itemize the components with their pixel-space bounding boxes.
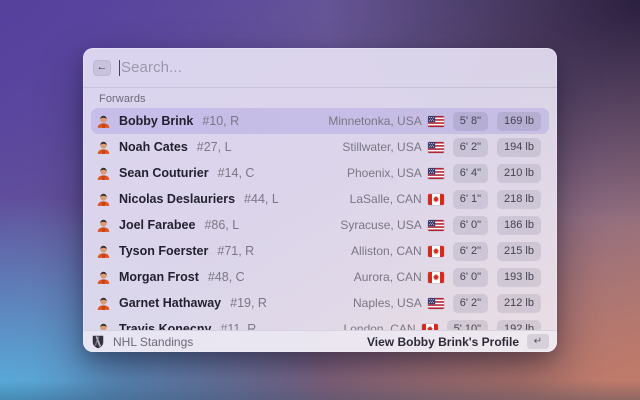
player-row[interactable]: Morgan Frost #48, C Aurora, CAN 6' 0" 19… [91, 264, 549, 290]
player-birthplace: Stillwater, USA [342, 140, 422, 154]
player-row[interactable]: Noah Cates #27, L Stillwater, USA 6' 2" … [91, 134, 549, 160]
weight-badge: 169 lb [497, 111, 541, 131]
height-badge: 6' 2" [452, 241, 489, 261]
player-number-position: #19, R [230, 296, 267, 310]
player-birthplace: Syracuse, USA [340, 218, 422, 232]
player-avatar-icon [97, 218, 110, 232]
player-number-position: #44, L [244, 192, 279, 206]
player-name: Travis Konecny [119, 322, 212, 330]
player-number-position: #86, L [204, 218, 240, 232]
player-avatar-icon [97, 322, 110, 330]
search-input[interactable]: Search... [119, 59, 547, 76]
text-cursor [119, 59, 120, 76]
search-bar: ← Search... [83, 48, 557, 88]
weight-badge: 193 lb [497, 267, 541, 287]
player-results-list: Bobby Brink #10, R Minnetonka, USA 5' 8"… [83, 106, 557, 330]
player-row[interactable]: Joel Farabee #86, L Syracuse, USA 6' 0" … [91, 212, 549, 238]
height-badge: 6' 0" [452, 267, 489, 287]
us-flag-icon [427, 141, 444, 153]
player-birthplace: London, CAN [343, 322, 416, 330]
canada-flag-icon [427, 245, 444, 257]
height-badge: 6' 4" [452, 163, 489, 183]
enter-key-icon[interactable]: ↵ [527, 334, 549, 349]
player-avatar-icon [97, 192, 110, 206]
player-name: Joel Farabee [119, 218, 196, 232]
player-birthplace: Phoenix, USA [347, 166, 422, 180]
us-flag-icon [427, 167, 444, 179]
player-name: Morgan Frost [119, 270, 199, 284]
primary-action-label[interactable]: View Bobby Brink's Profile [367, 335, 519, 349]
player-avatar-icon [97, 296, 110, 310]
weight-badge: 215 lb [497, 241, 541, 261]
player-name: Garnet Hathaway [119, 296, 222, 310]
player-avatar-icon [97, 140, 110, 154]
us-flag-icon [427, 219, 444, 231]
app-name: NHL Standings [113, 334, 194, 349]
height-badge: 6' 2" [452, 293, 489, 313]
player-birthplace: LaSalle, CAN [349, 192, 422, 206]
player-number-position: #14, C [217, 166, 255, 180]
player-name: Nicolas Deslauriers [119, 192, 236, 206]
player-row[interactable]: Garnet Hathaway #19, R Naples, USA 6' 2"… [91, 290, 549, 316]
player-avatar-icon [97, 166, 110, 180]
player-name: Bobby Brink [119, 114, 194, 128]
weight-badge: 192 lb [497, 319, 541, 330]
player-row[interactable]: Sean Couturier #14, C Phoenix, USA 6' 4"… [91, 160, 549, 186]
player-number-position: #71, R [217, 244, 255, 258]
us-flag-icon [427, 297, 444, 309]
player-row[interactable]: Bobby Brink #10, R Minnetonka, USA 5' 8"… [91, 108, 549, 134]
player-birthplace: Alliston, CAN [351, 244, 422, 258]
player-avatar-icon [97, 270, 110, 284]
player-number-position: #10, R [202, 114, 240, 128]
player-name: Tyson Foerster [119, 244, 209, 258]
weight-badge: 210 lb [497, 163, 541, 183]
weight-badge: 186 lb [497, 215, 541, 235]
height-badge: 6' 0" [452, 215, 489, 235]
canada-flag-icon [427, 193, 444, 205]
player-row[interactable]: Tyson Foerster #71, R Alliston, CAN 6' 2… [91, 238, 549, 264]
player-number-position: #48, C [207, 270, 245, 284]
player-name: Noah Cates [119, 140, 188, 154]
player-number-position: #27, L [196, 140, 232, 154]
weight-badge: 218 lb [497, 189, 541, 209]
weight-badge: 194 lb [497, 137, 541, 157]
section-header-forwards: Forwards [99, 93, 146, 105]
us-flag-icon [427, 115, 444, 127]
weight-badge: 212 lb [497, 293, 541, 313]
player-avatar-icon [97, 244, 110, 258]
height-badge: 6' 1" [452, 189, 489, 209]
player-row[interactable]: Nicolas Deslauriers #44, L LaSalle, CAN … [91, 186, 549, 212]
nhl-shield-icon [91, 335, 105, 349]
search-placeholder: Search... [121, 59, 182, 76]
player-number-position: #11, R [220, 322, 257, 330]
back-arrow-icon: ← [96, 61, 108, 73]
launcher-window: ← Search... Forwards Bobby Brink #10, R … [83, 48, 557, 352]
player-row[interactable]: Travis Konecny #11, R London, CAN 5' 10"… [91, 316, 549, 330]
player-birthplace: Naples, USA [353, 296, 422, 310]
player-name: Sean Couturier [119, 166, 209, 180]
footer-bar: NHL Standings View Bobby Brink's Profile… [83, 330, 557, 352]
height-badge: 5' 8" [452, 111, 489, 131]
height-badge: 6' 2" [452, 137, 489, 157]
player-birthplace: Aurora, CAN [353, 270, 422, 284]
height-badge: 5' 10" [446, 319, 489, 330]
player-avatar-icon [97, 114, 110, 128]
player-birthplace: Minnetonka, USA [328, 114, 422, 128]
canada-flag-icon [427, 271, 444, 283]
back-button[interactable]: ← [93, 59, 111, 76]
